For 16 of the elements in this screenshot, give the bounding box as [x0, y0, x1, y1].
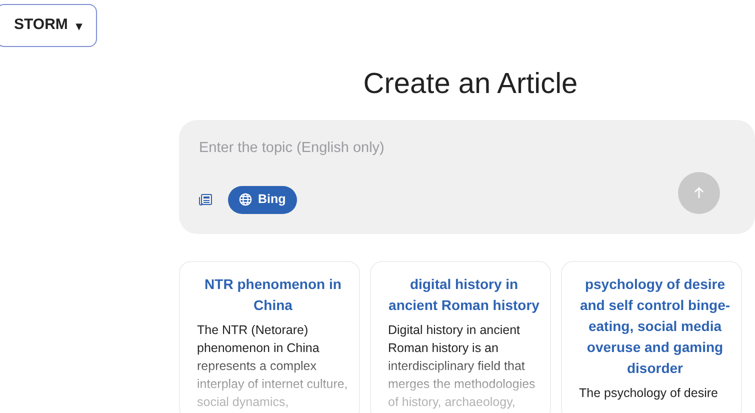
article-title[interactable]: NTR phenomenon in China	[197, 274, 349, 316]
article-summary: The NTR (Netorare) phenomenon in China represents a complex interplay of internet culture, social dynamics,	[197, 322, 349, 411]
article-title[interactable]: digital history in ancient Roman history	[388, 274, 540, 316]
up-arrow-icon	[693, 186, 705, 199]
search-engine-toggle[interactable]: Bing	[228, 186, 297, 214]
article-card[interactable]: digital history in ancient Roman history Digital history in ancient Roman history is an interdisciplinary field that merges the methodologies of history, archaeology,	[370, 260, 551, 413]
newspaper-icon[interactable]	[199, 194, 212, 206]
article-summary: The psychology of desire	[579, 384, 719, 402]
article-card[interactable]: psychology of desire and self control binge-eating, social media overuse and gaming disorder The psychology of desire	[561, 260, 742, 413]
globe-icon	[239, 193, 252, 206]
topic-input-field[interactable]: Enter the topic (English only) Bing	[179, 120, 755, 234]
article-card[interactable]: NTR phenomenon in China The NTR (Netorare) phenomenon in China represents a complex interplay of internet culture, social dynamics,	[179, 260, 360, 413]
article-summary: Digital history in ancient Roman history is an interdisciplinary field that merges the methodologies of history, archaeology,	[388, 322, 536, 411]
article-title[interactable]: psychology of desire and self control binge-eating, social media overuse and gaming disorder	[579, 274, 731, 379]
app-menu-button[interactable]: STORM ▾	[0, 4, 97, 47]
page-heading: Create an Article	[362, 67, 579, 102]
